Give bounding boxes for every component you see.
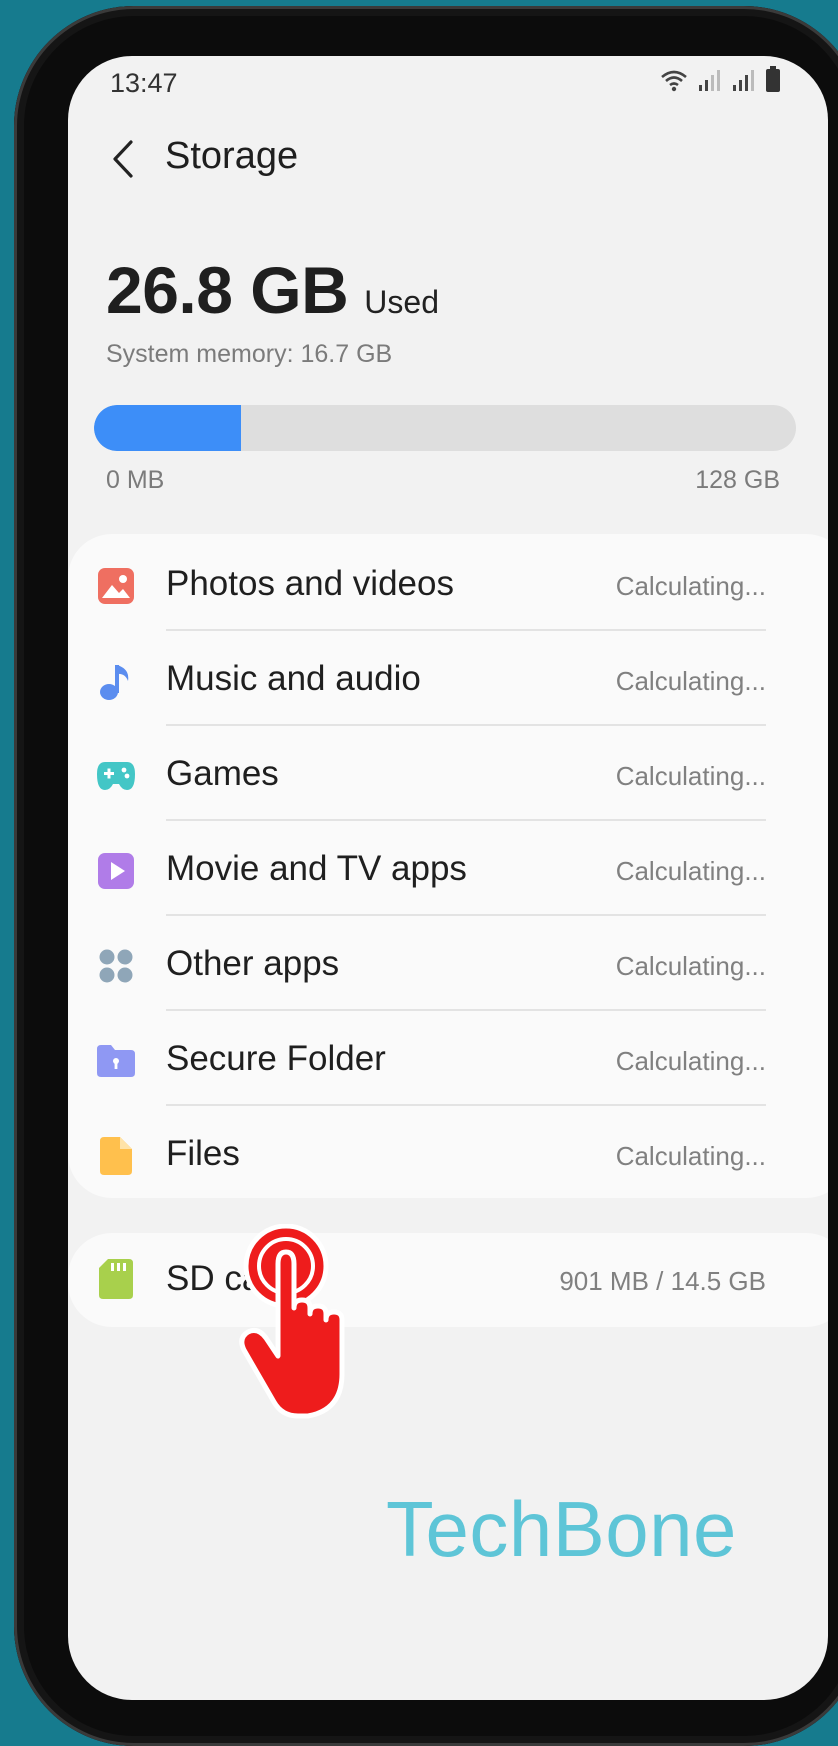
play-icon	[96, 851, 136, 891]
category-other-apps[interactable]: Other apps Calculating...	[68, 914, 828, 1018]
bar-max-label: 128 GB	[695, 466, 780, 494]
status-icons	[660, 66, 780, 92]
music-note-icon	[96, 661, 136, 701]
used-amount: 26.8 GB	[106, 253, 349, 327]
category-label: Other apps	[166, 944, 340, 983]
sd-card-item[interactable]: SD card 901 MB / 14.5 GB	[68, 1233, 828, 1327]
signal-icon	[733, 70, 754, 91]
category-secure-folder[interactable]: Secure Folder Calculating...	[68, 1009, 828, 1113]
category-files[interactable]: Files Calculating...	[68, 1104, 828, 1208]
category-label: Movie and TV apps	[166, 849, 467, 888]
category-music-and-audio[interactable]: Music and audio Calculating...	[68, 629, 828, 733]
apps-grid-icon	[96, 946, 136, 986]
category-size: Calculating...	[615, 1046, 766, 1076]
category-size: Calculating...	[615, 1141, 766, 1171]
category-label: Music and audio	[166, 659, 421, 698]
phone-frame: 13:47 Storage 26.8 GB Used System memory…	[14, 6, 838, 1746]
category-photos-and-videos[interactable]: Photos and videos Calculating...	[68, 534, 828, 638]
sd-card-size: 901 MB / 14.5 GB	[559, 1266, 766, 1296]
app-bar: Storage	[68, 121, 828, 201]
category-list: Photos and videos Calculating... Music a…	[68, 534, 828, 1198]
sd-card-icon	[96, 1259, 136, 1299]
gamepad-icon	[96, 756, 136, 796]
used-storage: 26.8 GB Used	[106, 252, 439, 328]
bar-min-label: 0 MB	[106, 466, 165, 494]
category-size: Calculating...	[615, 571, 766, 601]
wifi-icon	[661, 70, 687, 92]
battery-icon	[766, 66, 780, 92]
storage-usage-fill	[94, 405, 241, 451]
system-memory-text: System memory: 16.7 GB	[106, 340, 393, 368]
file-icon	[96, 1136, 136, 1176]
signal-icon	[699, 70, 720, 91]
category-size: Calculating...	[615, 761, 766, 791]
secure-folder-icon	[96, 1041, 136, 1081]
photo-icon	[96, 566, 136, 606]
status-time: 13:47	[110, 68, 178, 98]
category-size: Calculating...	[615, 856, 766, 886]
used-label: Used	[364, 284, 439, 320]
tap-indicator-hand-icon	[239, 1224, 345, 1419]
phone-screen: 13:47 Storage 26.8 GB Used System memory…	[68, 56, 828, 1700]
category-size: Calculating...	[615, 666, 766, 696]
back-arrow-icon	[113, 140, 133, 178]
page-title: Storage	[165, 135, 299, 177]
status-bar: 13:47	[68, 56, 828, 106]
back-button[interactable]	[98, 129, 148, 189]
watermark-text: TechBone	[386, 1485, 737, 1573]
category-label: Photos and videos	[166, 564, 454, 603]
storage-usage-bar	[94, 405, 796, 451]
category-label: Secure Folder	[166, 1039, 386, 1078]
category-size: Calculating...	[615, 951, 766, 981]
category-label: Games	[166, 754, 279, 793]
category-label: Files	[166, 1134, 240, 1173]
category-movie-and-tv-apps[interactable]: Movie and TV apps Calculating...	[68, 819, 828, 923]
category-games[interactable]: Games Calculating...	[68, 724, 828, 828]
